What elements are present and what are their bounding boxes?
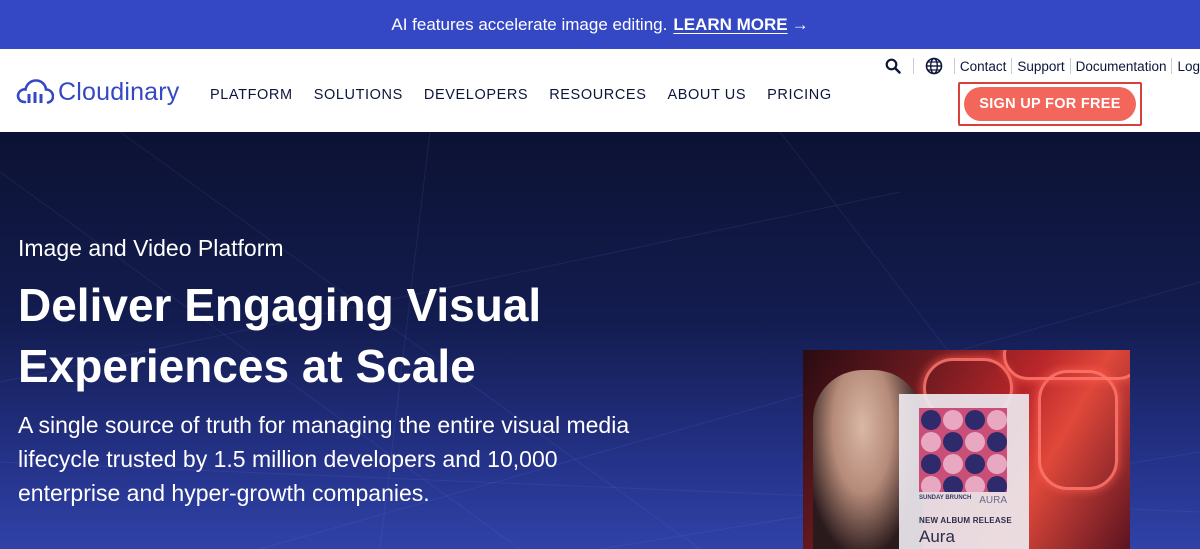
- pattern-dot: [943, 410, 963, 430]
- pattern-dot: [921, 432, 941, 452]
- pattern-dot: [987, 410, 1007, 430]
- hero-section: Image and Video Platform Deliver Engagin…: [0, 132, 1200, 549]
- hero-description: A single source of truth for managing th…: [18, 412, 630, 506]
- album-brand: SUNDAY BRUNCH: [919, 495, 972, 501]
- learn-more-link[interactable]: LEARN MORE: [673, 15, 787, 35]
- pattern-dot: [921, 454, 941, 474]
- hero-title: Deliver Engaging Visual Experiences at S…: [18, 275, 718, 397]
- cloudinary-logo[interactable]: Cloudinary: [16, 76, 180, 108]
- separator: [1069, 58, 1071, 74]
- pattern-dot: [987, 476, 1007, 492]
- nav-item-about-us[interactable]: ABOUT US: [667, 87, 746, 103]
- nav-item-platform[interactable]: PLATFORM: [210, 87, 293, 103]
- nav-item-solutions[interactable]: SOLUTIONS: [314, 87, 403, 103]
- hero-media-image: SUNDAY BRUNCH AURA NEW ALBUM RELEASE Aur…: [803, 350, 1130, 549]
- promo-bar: AI features accelerate image editing. LE…: [0, 0, 1200, 49]
- pattern-dot: [965, 432, 985, 452]
- pattern-dot: [943, 476, 963, 492]
- utility-nav: Contact Support Documentation Log: [878, 55, 1200, 77]
- album-art: [919, 408, 1007, 492]
- arrow-right-icon[interactable]: →: [792, 15, 809, 35]
- pattern-dot: [965, 476, 985, 492]
- pattern-dot: [943, 432, 963, 452]
- pattern-dot: [987, 432, 1007, 452]
- nav-item-pricing[interactable]: PRICING: [767, 87, 832, 103]
- hero-eyebrow: Image and Video Platform: [18, 235, 284, 261]
- pattern-dot: [965, 454, 985, 474]
- album-card: SUNDAY BRUNCH AURA NEW ALBUM RELEASE Aur…: [899, 394, 1029, 549]
- documentation-link[interactable]: Documentation: [1076, 59, 1167, 74]
- album-art-name: AURA: [979, 495, 1007, 506]
- logo-text: Cloudinary: [58, 77, 180, 106]
- separator: [1011, 58, 1013, 74]
- neon-shape: [1038, 370, 1118, 490]
- separator: [912, 58, 914, 74]
- login-link[interactable]: Log: [1177, 59, 1200, 74]
- pattern-dot: [921, 476, 941, 492]
- hero-title-line-1: Deliver Engaging Visual: [18, 279, 542, 331]
- sign-up-button[interactable]: SIGN UP FOR FREE: [964, 87, 1136, 121]
- contact-link[interactable]: Contact: [960, 59, 1007, 74]
- album-label: NEW ALBUM RELEASE: [919, 516, 1012, 525]
- pattern-dot: [921, 410, 941, 430]
- hero-title-line-2: Experiences at Scale: [18, 340, 476, 392]
- pattern-dot: [943, 454, 963, 474]
- main-nav: PLATFORM SOLUTIONS DEVELOPERS RESOURCES …: [210, 87, 853, 103]
- search-icon[interactable]: [884, 57, 902, 75]
- signup-highlight: SIGN UP FOR FREE: [958, 82, 1142, 126]
- separator: [953, 58, 955, 74]
- neon-shape: [1003, 350, 1130, 380]
- support-link[interactable]: Support: [1017, 59, 1064, 74]
- pattern-dot: [987, 454, 1007, 474]
- album-meta: SUNDAY BRUNCH AURA: [919, 495, 1007, 506]
- nav-item-resources[interactable]: RESOURCES: [549, 87, 646, 103]
- globe-icon[interactable]: [925, 57, 943, 75]
- pattern-dot: [965, 410, 985, 430]
- cloudinary-cloud-icon: [16, 79, 54, 104]
- separator: [1171, 58, 1173, 74]
- album-title: Aura: [919, 527, 955, 546]
- nav-item-developers[interactable]: DEVELOPERS: [424, 87, 528, 103]
- promo-text: AI features accelerate image editing.: [391, 14, 668, 34]
